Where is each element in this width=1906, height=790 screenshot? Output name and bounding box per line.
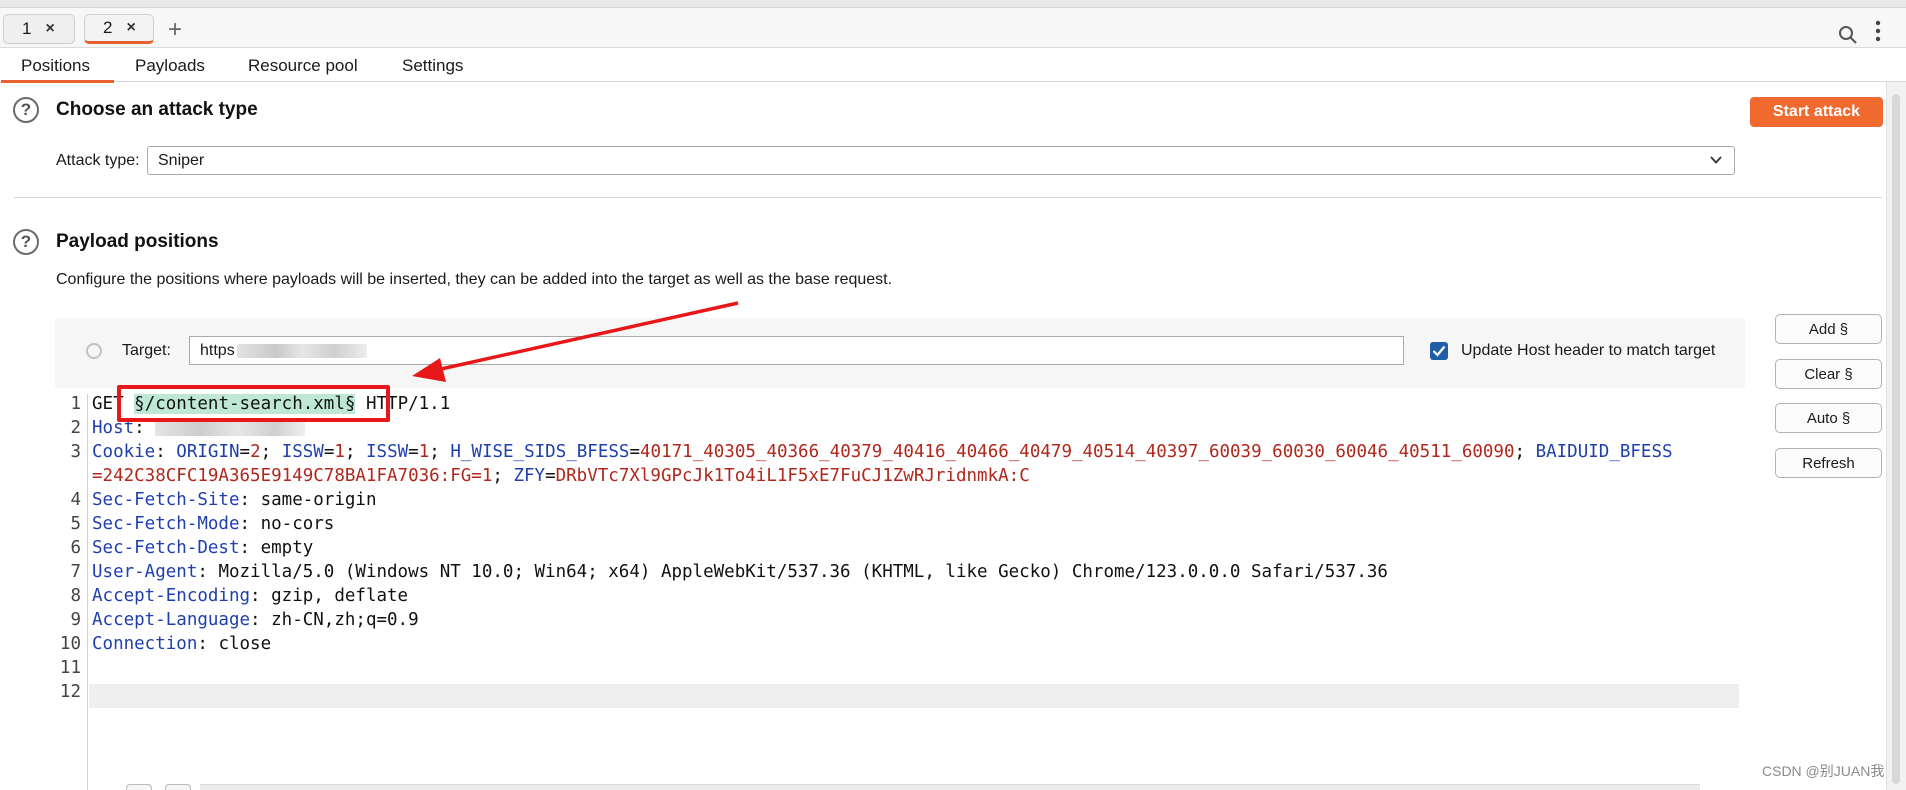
header-key: Sec-Fetch-Dest [92,538,240,558]
attack-type-label: Attack type: [56,152,140,169]
header-key: User-Agent [92,562,198,582]
request-editor[interactable]: 1 2 3 4 5 6 7 8 9 10 11 12 GET §/content… [55,394,1745,790]
line-number: 12 [59,682,81,702]
tab-resource-pool[interactable]: Resource pool [248,56,358,76]
attack-type-value: Sniper [158,151,205,169]
payload-positions-title: Payload positions [56,231,219,252]
cookie-value: DRbVTc7Xl9GPcJk1To4iL1F5xE7FuCJ1ZwRJridn… [555,466,1030,486]
line-number: 2 [70,418,81,438]
header-line: User-Agent: Mozilla/5.0 (Windows NT 10.0… [92,562,1388,582]
header-value: same-origin [260,490,377,510]
more-vertical-icon[interactable] [1875,20,1881,42]
line-number-gutter: 1 2 3 4 5 6 7 8 9 10 11 12 [55,394,88,790]
refresh-button[interactable]: Refresh [1775,448,1882,478]
cookie-value: 1 [334,442,345,462]
tab-1[interactable]: 1 × [3,14,75,44]
header-line: Accept-Language: zh-CN,zh;q=0.9 [92,610,419,630]
line-number: 1 [70,394,81,414]
line-number: 6 [70,538,81,558]
line-number: 4 [70,490,81,510]
header-value: Mozilla/5.0 (Windows NT 10.0; Win64; x64… [218,562,1388,582]
clear-marker-button[interactable]: Clear § [1775,359,1882,389]
line-number: 3 [70,442,81,462]
tab-settings[interactable]: Settings [402,56,463,76]
header-line: Connection: close [92,634,272,654]
header-line: Sec-Fetch-Site: same-origin [92,490,377,510]
cookie-value: 1 [418,442,430,462]
line-number: 5 [70,514,81,534]
cookie-key: H_WISE_SIDS_BFESS [450,442,630,462]
help-icon[interactable]: ? [13,229,39,255]
header-value: empty [260,538,314,558]
subtab-bar: Positions Payloads Resource pool Setting… [0,48,1906,83]
help-icon[interactable]: ? [13,97,39,123]
header-value: gzip, deflate [271,586,409,606]
tab-payloads[interactable]: Payloads [135,56,205,76]
auto-marker-button[interactable]: Auto § [1775,403,1882,433]
editor-control[interactable] [126,784,152,790]
target-input[interactable]: https [189,336,1404,365]
cookie-key: BAIDUID_BFESS [1535,442,1673,462]
vertical-scrollbar[interactable] [1886,82,1906,790]
redacted-host [236,343,367,358]
header-key: Sec-Fetch-Site [92,490,240,510]
attack-type-select[interactable]: Sniper [147,146,1735,175]
redacted-host-value [155,420,306,436]
header-value: zh-CN,zh;q=0.9 [271,610,419,630]
header-key: Connection [92,634,198,654]
header-line-cookie: Cookie: ORIGIN=2; ISSW=1; ISSW=1; H_WISE… [92,442,1673,462]
tab-2[interactable]: 2 × [84,14,154,44]
search-icon[interactable] [1838,25,1858,45]
horizontal-scrollbar[interactable] [200,784,1700,790]
payload-positions-description: Configure the positions where payloads w… [56,271,893,288]
tab-label: 2 [103,18,113,37]
line-number: 10 [59,634,81,654]
header-key: Sec-Fetch-Mode [92,514,240,534]
add-marker-button[interactable]: Add § [1775,314,1882,344]
cookie-key: ISSW [366,442,409,462]
annotation-highlight-box [117,385,390,422]
cookie-value: 40171_40305_40366_40379_40416_40466_4047… [640,442,1515,462]
target-value: https [200,341,235,359]
header-value: close [218,634,272,654]
tab-positions[interactable]: Positions [1,56,114,83]
tab-label: 1 [22,19,32,38]
tab-bar: 1 × 2 × + [0,8,1906,48]
checkbox-checked-icon[interactable] [1430,342,1448,360]
header-line: Accept-Encoding: gzip, deflate [92,586,409,606]
start-attack-button[interactable]: Start attack [1750,97,1883,127]
line-number: 7 [70,562,81,582]
cookie-key: ORIGIN [176,442,240,462]
cookie-value: =242C38CFC19A365E9149C78BA1FA7036:FG=1 [92,466,493,486]
current-line-highlight [89,684,1739,708]
header-key: Cookie [92,442,156,462]
watermark: CSDN @别JUAN我 [1762,763,1885,779]
target-icon [86,343,102,359]
close-icon[interactable]: × [126,19,135,37]
attack-type-title: Choose an attack type [56,99,258,120]
header-value: no-cors [260,514,335,534]
header-key: Accept-Encoding [92,586,251,606]
cookie-value: 2 [250,442,261,462]
cookie-key: ISSW [281,442,324,462]
line-number: 11 [59,658,81,678]
line-number: 9 [70,610,81,630]
header-line: Sec-Fetch-Mode: no-cors [92,514,335,534]
header-line-cookie-wrap: =242C38CFC19A365E9149C78BA1FA7036:FG=1; … [92,466,1030,486]
close-icon[interactable]: × [45,20,54,38]
add-tab-icon[interactable]: + [168,18,182,42]
scrollbar-thumb[interactable] [1892,94,1900,784]
window-top-strip [0,0,1906,8]
line-number: 8 [70,586,81,606]
target-label: Target: [122,342,171,359]
chevron-down-icon [1710,156,1722,164]
section-divider [14,197,1882,198]
update-host-label: Update Host header to match target [1461,342,1716,359]
header-line: Sec-Fetch-Dest: empty [92,538,314,558]
header-key: Accept-Language [92,610,251,630]
cookie-key: ZFY [513,466,546,486]
editor-control[interactable] [165,784,191,790]
